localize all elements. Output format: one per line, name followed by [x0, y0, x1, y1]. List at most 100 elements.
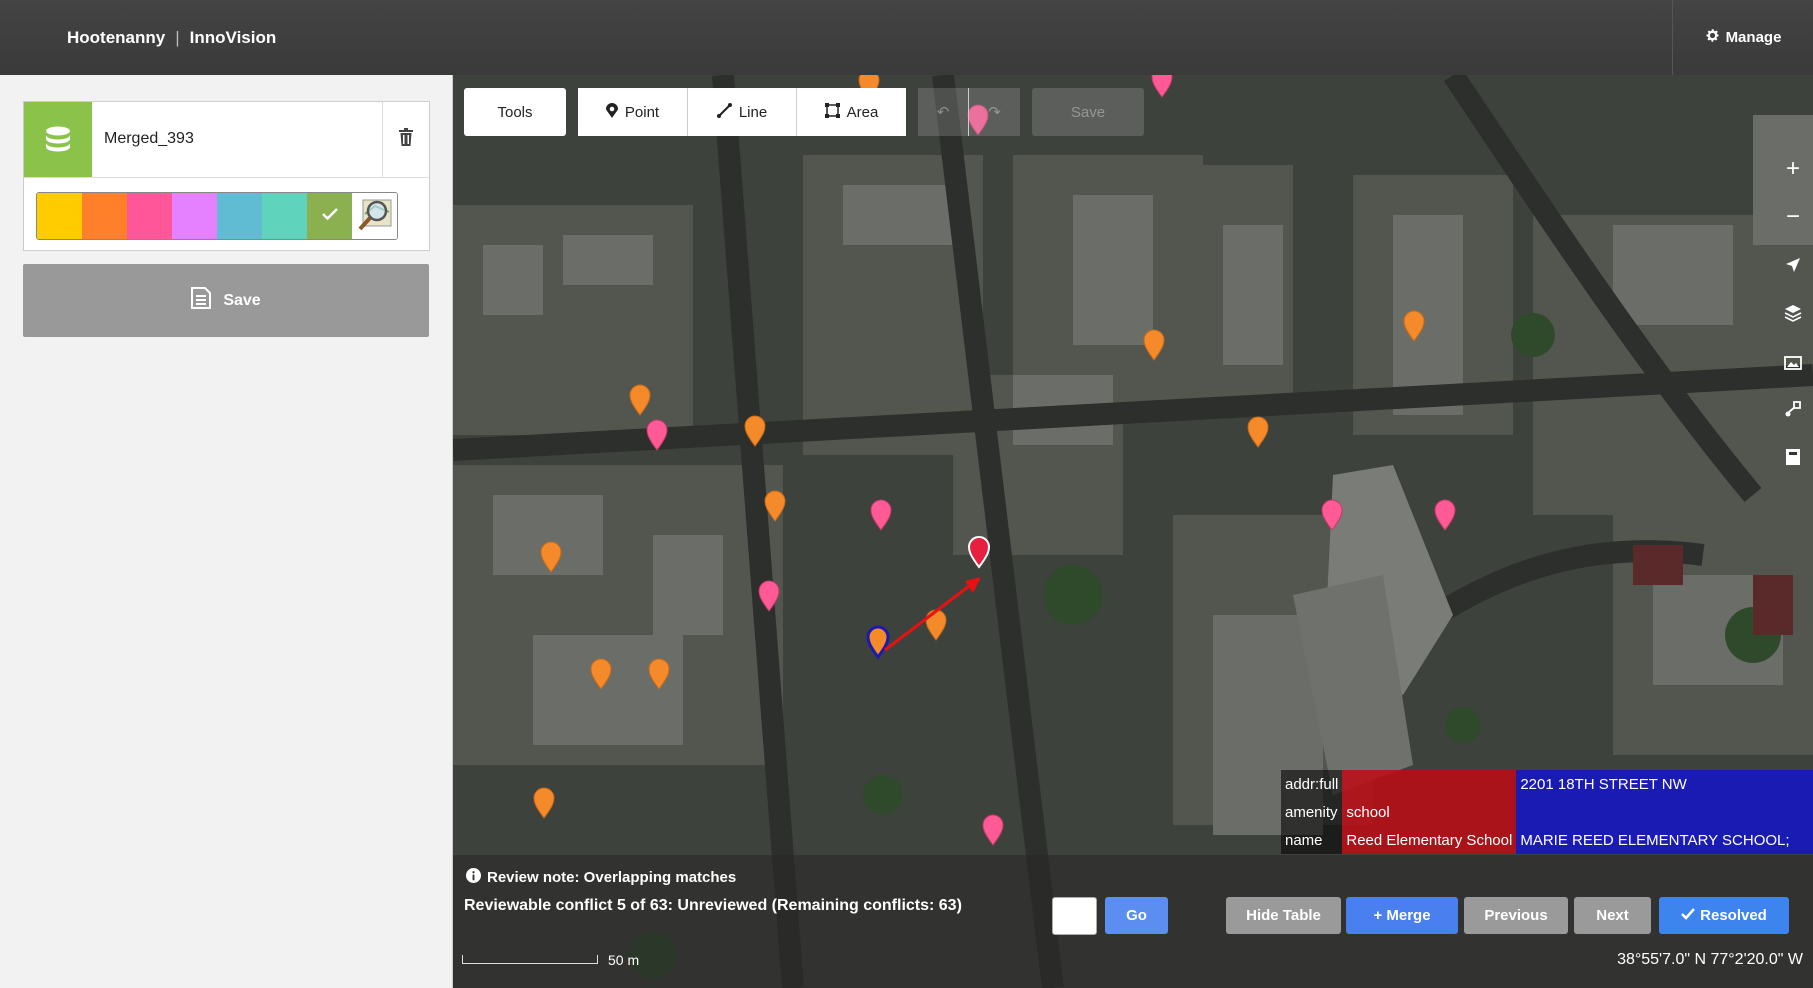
poi-marker[interactable]: [1321, 499, 1343, 531]
hide-table-button[interactable]: Hide Table: [1226, 897, 1341, 934]
table-row: name Reed Elementary School MARIE REED E…: [1281, 826, 1813, 854]
measure-icon[interactable]: [1773, 433, 1813, 481]
review-target-marker[interactable]: [968, 536, 990, 568]
swatch-pink[interactable]: [127, 193, 172, 239]
layer-card: Merged_393: [23, 101, 430, 251]
tools-label: Tools: [497, 103, 533, 121]
tag-value-b: MARIE REED ELEMENTARY SCHOOL;: [1516, 826, 1813, 854]
tag-key: addr:full: [1281, 770, 1343, 798]
line-label: Line: [738, 103, 768, 121]
zoom-in-icon[interactable]: +: [1773, 145, 1813, 193]
poi-marker[interactable]: [758, 580, 780, 612]
poi-marker[interactable]: [646, 419, 668, 451]
poi-marker[interactable]: [1143, 329, 1165, 361]
area-button[interactable]: Area: [797, 88, 906, 136]
top-bar: Hootenanny | InnoVision Manage: [0, 0, 1813, 75]
layers-icon[interactable]: [1773, 289, 1813, 337]
checkmark-icon: [321, 207, 338, 226]
locate-icon[interactable]: [1773, 241, 1813, 289]
poi-marker[interactable]: [533, 787, 555, 819]
go-label: Go: [1126, 907, 1147, 924]
zoom-out-icon[interactable]: −: [1773, 193, 1813, 241]
layer-header: Merged_393: [24, 102, 429, 178]
next-button[interactable]: Next: [1574, 897, 1651, 934]
tools-button[interactable]: Tools: [464, 88, 566, 136]
toolbar-save-button[interactable]: Save: [1032, 88, 1144, 136]
review-note: Review note: Overlapping matches: [466, 868, 736, 887]
map-view[interactable]: Tools Point Line Area ↶ ↷ Save + − addr:…: [453, 75, 1813, 988]
review-source-marker[interactable]: [866, 625, 890, 659]
edit-toolbar: Tools Point Line Area ↶ ↷ Save: [464, 88, 1144, 136]
review-panel: Review note: Overlapping matches Reviewa…: [453, 855, 1813, 988]
area-label: Area: [846, 103, 879, 121]
poi-marker[interactable]: [982, 814, 1004, 846]
arrow-head: [965, 577, 981, 593]
color-palette: [36, 192, 398, 240]
layer-name: Merged_393: [104, 130, 194, 147]
go-button[interactable]: Go: [1105, 897, 1168, 934]
tag-value-a: Reed Elementary School: [1342, 826, 1517, 854]
info-icon: [466, 868, 481, 887]
table-row: addr:full 2201 18TH STREET NW: [1281, 770, 1813, 798]
swatch-blue[interactable]: [217, 193, 262, 239]
poi-marker[interactable]: [1151, 75, 1173, 98]
conflict-number-input[interactable]: [1052, 897, 1097, 935]
poi-marker[interactable]: [1247, 416, 1269, 448]
tag-value-a: [1342, 770, 1517, 798]
poi-marker[interactable]: [648, 658, 670, 690]
map-controls: + −: [1773, 145, 1813, 481]
tag-comparison-table: addr:full 2201 18TH STREET NW amenity sc…: [1281, 770, 1813, 854]
poi-marker[interactable]: [744, 415, 766, 447]
redo-button[interactable]: ↷: [969, 88, 1020, 136]
swatch-orange[interactable]: [82, 193, 127, 239]
trash-icon: [399, 128, 413, 151]
swatch-violet[interactable]: [172, 193, 217, 239]
background-icon[interactable]: [1773, 337, 1813, 385]
history-group: ↶ ↷: [918, 88, 1020, 136]
delete-layer-button[interactable]: [382, 102, 429, 177]
merge-button[interactable]: + Merge: [1346, 897, 1458, 934]
scale-label: 50 m: [608, 952, 640, 968]
point-icon: [605, 102, 618, 122]
poi-marker[interactable]: [1434, 499, 1456, 531]
swatch-green-selected[interactable]: [307, 193, 352, 239]
previous-button[interactable]: Previous: [1464, 897, 1568, 934]
checkmark-icon: [1681, 907, 1696, 924]
gear-icon: [1705, 28, 1720, 47]
poi-marker[interactable]: [540, 541, 562, 573]
poi-marker[interactable]: [764, 490, 786, 522]
tag-value-b: [1516, 798, 1813, 826]
brand-name[interactable]: Hootenanny: [67, 28, 165, 48]
data-icon[interactable]: [1773, 385, 1813, 433]
point-label: Point: [624, 103, 660, 121]
draw-modes: Point Line Area: [578, 88, 906, 136]
resolved-button[interactable]: Resolved: [1659, 897, 1789, 934]
poi-marker[interactable]: [590, 658, 612, 690]
point-button[interactable]: Point: [578, 88, 688, 136]
review-note-text: Review note: Overlapping matches: [487, 869, 737, 886]
poi-marker[interactable]: [1403, 310, 1425, 342]
scale-bar: [462, 955, 598, 964]
swatch-yellow[interactable]: [37, 193, 82, 239]
line-button[interactable]: Line: [688, 88, 797, 136]
undo-icon: ↶: [936, 104, 950, 121]
poi-marker[interactable]: [925, 609, 947, 641]
tag-key: name: [1281, 826, 1343, 854]
product-name[interactable]: InnoVision: [190, 28, 277, 48]
database-icon[interactable]: [24, 102, 92, 177]
review-status: Reviewable conflict 5 of 63: Unreviewed …: [464, 897, 962, 914]
undo-button[interactable]: ↶: [918, 88, 969, 136]
previous-label: Previous: [1484, 907, 1548, 924]
save-button[interactable]: Save: [23, 264, 429, 337]
document-icon: [191, 287, 212, 314]
poi-marker[interactable]: [629, 384, 651, 416]
manage-label: Manage: [1725, 29, 1782, 46]
tag-value-b: 2201 18TH STREET NW: [1516, 770, 1813, 798]
tag-key: amenity: [1281, 798, 1343, 826]
coordinates-readout: 38°55'7.0" N 77°2'20.0" W: [1617, 951, 1803, 968]
swatch-osm[interactable]: [352, 193, 397, 239]
swatch-teal[interactable]: [262, 193, 307, 239]
poi-marker[interactable]: [870, 499, 892, 531]
brand-separator: |: [175, 28, 180, 47]
manage-button[interactable]: Manage: [1672, 0, 1813, 75]
